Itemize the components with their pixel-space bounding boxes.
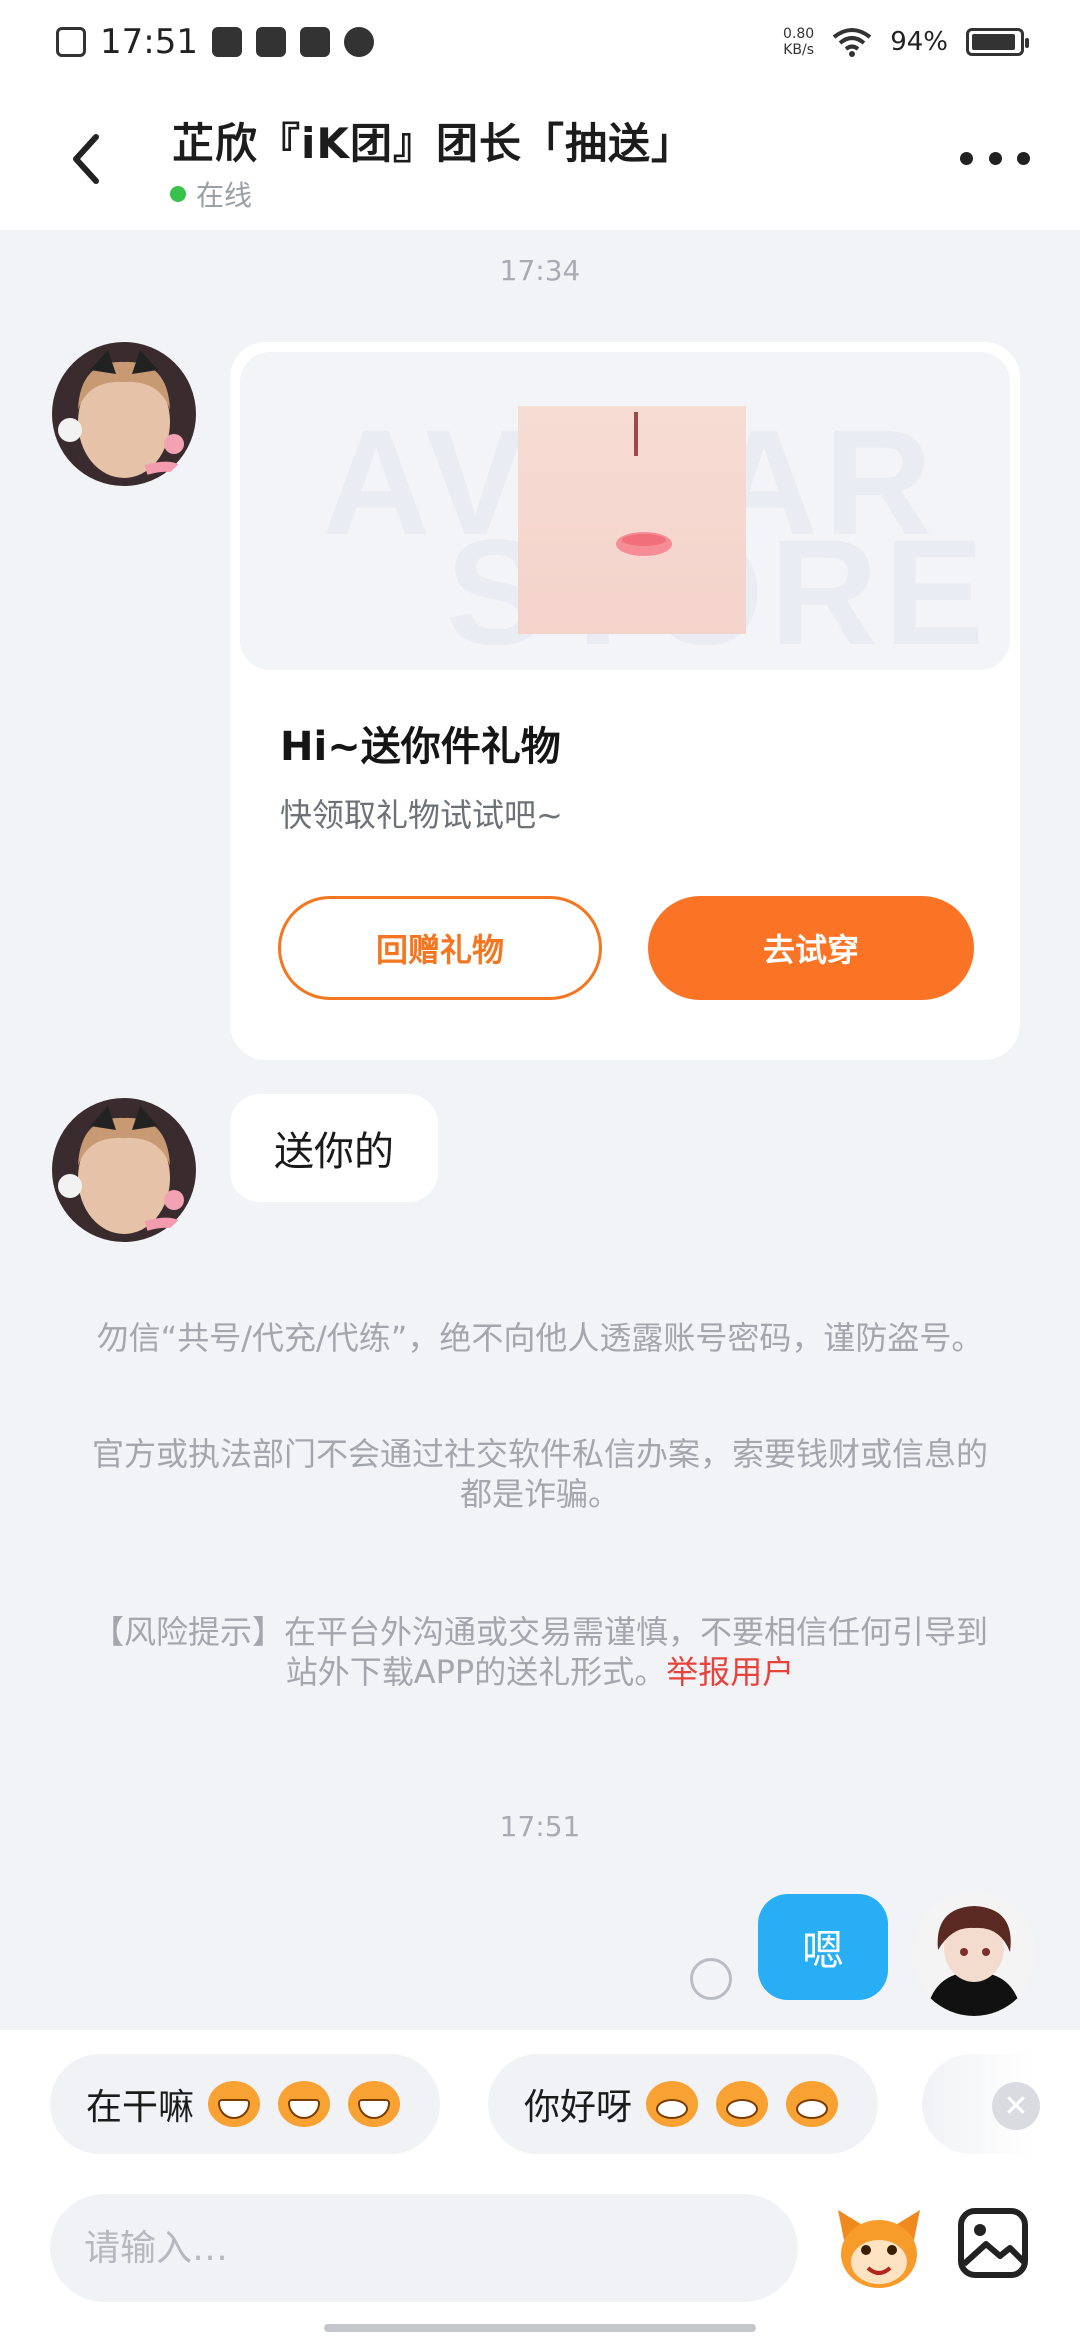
sender-avatar[interactable]	[50, 1096, 198, 1244]
sim-error-icon	[56, 27, 86, 57]
report-user-link[interactable]: 举报用户	[666, 1653, 794, 1691]
sticker-button[interactable]	[834, 2200, 924, 2292]
chat-header: 芷欣『iK团』团长「抽送」 在线	[0, 84, 1080, 230]
fraud-notice: 官方或执法部门不会通过社交软件私信办案，索要钱财或信息的都是诈骗。	[91, 1435, 988, 1513]
network-speed-value: 0.80	[783, 26, 815, 42]
wifi-icon	[832, 28, 872, 57]
incoming-message-bubble[interactable]: 送你的	[230, 1094, 438, 1202]
video-app-icon	[211, 27, 242, 57]
gift-banner: AVATAR STORE	[240, 352, 1010, 670]
network-speed-unit: KB/s	[783, 42, 815, 58]
chat-title[interactable]: 芷欣『iK团』团长「抽送」	[172, 110, 694, 171]
cloud-icon	[343, 27, 374, 57]
status-bar-right: 0.80 KB/s 94%	[783, 26, 1029, 58]
image-icon	[958, 2208, 1028, 2278]
avatar-image	[52, 342, 196, 486]
risk-notice: 【风险提示】在平台外沟通或交易需谨慎，不要相信任何引导到站外下载APP的送礼形式…	[90, 1612, 990, 1692]
wave-emoji-icon	[782, 2079, 842, 2129]
bottom-panel: 在干嘛 你好呀 ✕	[0, 2030, 1080, 2340]
home-indicator[interactable]	[324, 2324, 756, 2332]
status-bar-left: 17:51	[56, 22, 374, 62]
wallet-icon	[299, 27, 330, 57]
risk-notice-text: 【风险提示】在平台外沟通或交易需谨慎，不要相信任何引导到站外下载APP的送礼形式…	[91, 1613, 988, 1691]
grin-emoji-icon	[344, 2079, 404, 2129]
return-gift-button[interactable]: 回赠礼物	[278, 896, 602, 1000]
avatar-image	[912, 1892, 1036, 2016]
battery-fill	[972, 34, 1016, 50]
wave-emoji-icon	[712, 2079, 772, 2129]
status-bar: 17:51 0.80 KB/s 94%	[0, 0, 1080, 84]
network-speed: 0.80 KB/s	[783, 26, 814, 58]
more-dot-icon	[988, 151, 1002, 165]
more-dot-icon	[960, 151, 973, 165]
unread-status-icon	[690, 1958, 732, 2000]
lips-icon	[616, 412, 672, 556]
more-options-button[interactable]	[960, 138, 1030, 178]
battery-percent: 94%	[890, 27, 948, 57]
close-quick-replies-button[interactable]: ✕	[992, 2082, 1040, 2130]
chevron-left-icon	[73, 134, 99, 184]
battery-icon	[966, 28, 1029, 56]
gift-card: AVATAR STORE Hi~送你件礼物 快领取礼物试试吧~ 回赠礼物 去试穿	[230, 342, 1020, 1060]
avatar-image	[52, 1098, 196, 1242]
gift-item-image[interactable]	[518, 406, 746, 634]
gift-subtitle: 快领取礼物试试吧~	[280, 796, 563, 834]
message-input[interactable]	[50, 2194, 798, 2302]
status-time: 17:51	[100, 22, 198, 62]
grin-emoji-icon	[204, 2079, 264, 2129]
quick-reply-chip[interactable]: 在干嘛	[50, 2054, 441, 2154]
quick-reply-chip[interactable]: 你好呀	[488, 2054, 879, 2154]
image-picker-button[interactable]	[956, 2206, 1030, 2280]
online-status-label: 在线	[196, 179, 253, 212]
quick-reply-label: 在干嘛	[86, 2087, 195, 2128]
more-dot-icon	[1017, 151, 1030, 165]
try-on-button[interactable]: 去试穿	[648, 896, 974, 1000]
close-icon: ✕	[1003, 2088, 1029, 2124]
gift-title: Hi~送你件礼物	[280, 724, 561, 770]
wave-emoji-icon	[642, 2079, 702, 2129]
online-status: 在线	[170, 174, 252, 214]
safety-notice: 勿信“共号/代充/代练”，绝不向他人透露账号密码，谨防盗号。	[96, 1319, 984, 1357]
sticker-icon	[838, 2210, 920, 2288]
outgoing-message-bubble[interactable]: 嗯	[758, 1894, 888, 2000]
back-button[interactable]	[56, 124, 116, 194]
my-avatar[interactable]	[912, 1892, 1036, 2016]
message-timestamp: 17:34	[499, 254, 581, 287]
message-timestamp: 17:51	[499, 1810, 581, 1843]
grin-emoji-icon	[274, 2079, 334, 2129]
sender-avatar[interactable]	[50, 340, 198, 488]
app-notification-icon	[255, 27, 286, 57]
quick-reply-label: 你好呀	[524, 2087, 633, 2128]
online-dot-icon	[170, 186, 186, 202]
